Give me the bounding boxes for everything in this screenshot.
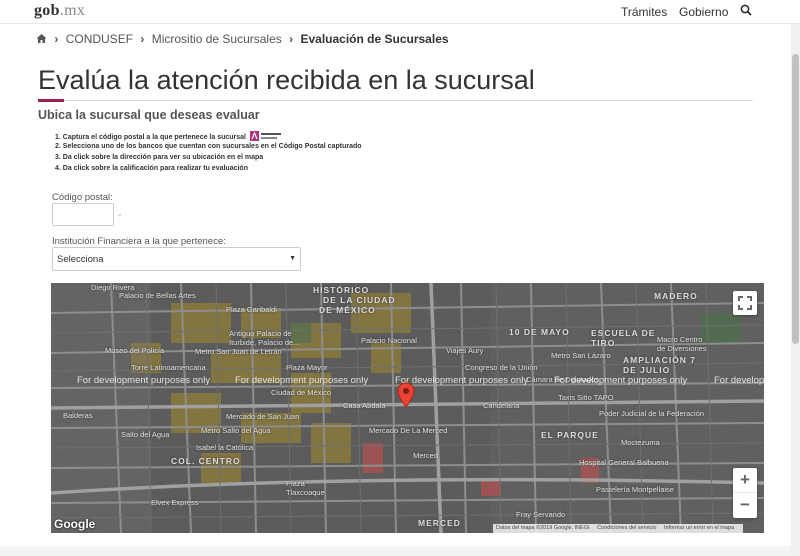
map-label: Taxis Sitio TAPO	[558, 393, 614, 402]
map-label: Mercado de San Juan	[226, 412, 300, 421]
scrollbar-thumb[interactable]	[792, 54, 799, 344]
map-label: Museo del Policía	[105, 346, 165, 355]
breadcrumb: › CONDUSEF › Micrositio de Sucursales › …	[36, 32, 453, 46]
map-label: Moctezuma	[621, 438, 660, 447]
zoom-out-button[interactable]: −	[733, 493, 757, 518]
map-label: Antiguo Palacio de Iturbide, Palacio de.…	[229, 329, 300, 347]
map-label: 10 DE MAYO	[509, 327, 570, 337]
map-label: MADERO	[654, 291, 698, 301]
map-label: HISTÓRICO	[313, 285, 370, 295]
map-label: Viajes Aury	[446, 346, 484, 355]
map-label: Candelaria	[483, 401, 520, 410]
map-label: DE MÉXICO	[319, 305, 376, 315]
map-label: Palacio de Bellas Artes	[119, 291, 196, 300]
map-label: Balderas	[63, 411, 93, 420]
zoom-in-button[interactable]: +	[733, 468, 757, 493]
map-streets	[51, 283, 764, 533]
chevron-down-icon: ▼	[289, 255, 296, 262]
dev-watermark: For development purposes only	[554, 375, 688, 386]
map-label: Torre Latinoamericana	[131, 363, 206, 372]
postal-code-label: Código postal:	[52, 192, 113, 203]
page-title: Evalúa la atención recibida en la sucurs…	[38, 65, 535, 95]
map-label: Hospital General Balbuena	[579, 458, 669, 467]
google-map[interactable]: Diego Rivera Palacio de Bellas Artes HIS…	[51, 283, 764, 533]
map-label: Isabel la Católica	[196, 443, 254, 452]
map-label: Plaza Tlaxcoaque	[286, 479, 325, 497]
search-icon[interactable]	[740, 4, 752, 16]
page-subtitle: Ubica la sucursal que deseas evaluar	[38, 108, 260, 122]
gob-mx-logo[interactable]: gob.mx	[34, 2, 85, 20]
map-label: COL. CENTRO	[171, 456, 241, 466]
map-label: Plaza Garibaldi	[226, 305, 277, 314]
map-label: Elvex Express	[151, 498, 199, 507]
map-label: Mercado De La Merced	[369, 426, 448, 435]
nav-gobierno[interactable]: Gobierno	[679, 5, 728, 19]
dev-watermark: For development purposes only	[714, 375, 764, 386]
map-label: Casa Abdala	[343, 401, 386, 410]
breadcrumb-current: Evaluación de Sucursales	[300, 32, 449, 46]
map-data-credit: Datos del mapa ©2019 Google, INEGI	[496, 525, 590, 531]
map-label: EL PARQUE	[541, 430, 599, 440]
postal-code-input[interactable]	[52, 203, 114, 226]
title-divider	[38, 100, 753, 101]
report-error-link[interactable]: Informar un error en el mapa	[664, 525, 734, 531]
fullscreen-button[interactable]	[733, 291, 757, 315]
dev-watermark: For development purposes only	[235, 375, 369, 386]
page-scrollbar[interactable]	[791, 24, 800, 556]
map-label: Merced	[413, 451, 439, 460]
map-label: Metro San Lázaro	[551, 351, 611, 360]
institution-select[interactable]: Selecciona ▼	[52, 247, 301, 271]
institution-label: Institución Financiera a la que pertenec…	[52, 236, 226, 247]
google-logo: Google	[54, 517, 96, 531]
breadcrumb-condusef[interactable]: CONDUSEF	[66, 32, 133, 46]
map-label: Fray Servando	[516, 510, 566, 519]
map-label: Congreso de la Unión	[465, 363, 538, 372]
institution-select-value: Selecciona	[57, 254, 104, 265]
map-label: AMPLIACIÓN 7 DE JULIO	[623, 355, 696, 375]
instruction-step: 4. Da click sobre la calificación para r…	[55, 165, 248, 172]
map-label: Salto del Agua	[121, 430, 170, 439]
map-label: Poder Judicial de la Federación	[599, 409, 705, 418]
page-bottom-band	[0, 546, 791, 556]
map-label: Metro Salto del Agua	[201, 426, 271, 435]
instructions-list: 1. Captura el código postal a la que per…	[55, 130, 362, 174]
map-label: Ciudad de México	[271, 388, 332, 397]
terms-link[interactable]: Condiciones del servicio	[597, 525, 656, 531]
map-label: Metro San Juan de Letrán	[195, 347, 282, 356]
map-label: Pastelería Montpellaise	[596, 485, 674, 494]
postal-dash: -	[118, 210, 122, 221]
map-attribution: Datos del mapa ©2019 Google, INEGI Condi…	[493, 524, 744, 533]
fullscreen-icon	[738, 296, 752, 310]
map-label: Palacio Nacional	[361, 336, 417, 345]
map-label: Macro Centro de Diversiones	[657, 335, 707, 353]
breadcrumb-micrositio[interactable]: Micrositio de Sucursales	[152, 32, 282, 46]
breadcrumb-separator: ›	[54, 32, 59, 46]
home-icon[interactable]	[36, 33, 47, 44]
map-label: ESCUELA DE TIRO	[591, 328, 656, 348]
instruction-step: 3. Da click sobre la dirección para ver …	[55, 154, 264, 161]
title-accent-bar	[38, 99, 64, 102]
map-pin-icon[interactable]	[397, 382, 415, 408]
zoom-controls: + −	[733, 468, 757, 518]
map-label: MERCED	[418, 518, 461, 528]
dev-watermark: For development purposes only	[77, 375, 211, 386]
map-label: DE LA CIUDAD	[323, 295, 396, 305]
instruction-step: 1. Captura el código postal a la que per…	[55, 130, 362, 141]
nav-tramites[interactable]: Trámites	[621, 5, 667, 19]
instruction-step: 2. Selecciona uno de los bancos que cuen…	[55, 143, 362, 150]
breadcrumb-separator: ›	[140, 32, 145, 46]
map-label: Plaza Mayor	[286, 363, 328, 372]
top-navbar: gob.mx Trámites Gobierno	[0, 0, 800, 24]
breadcrumb-separator: ›	[289, 32, 294, 46]
